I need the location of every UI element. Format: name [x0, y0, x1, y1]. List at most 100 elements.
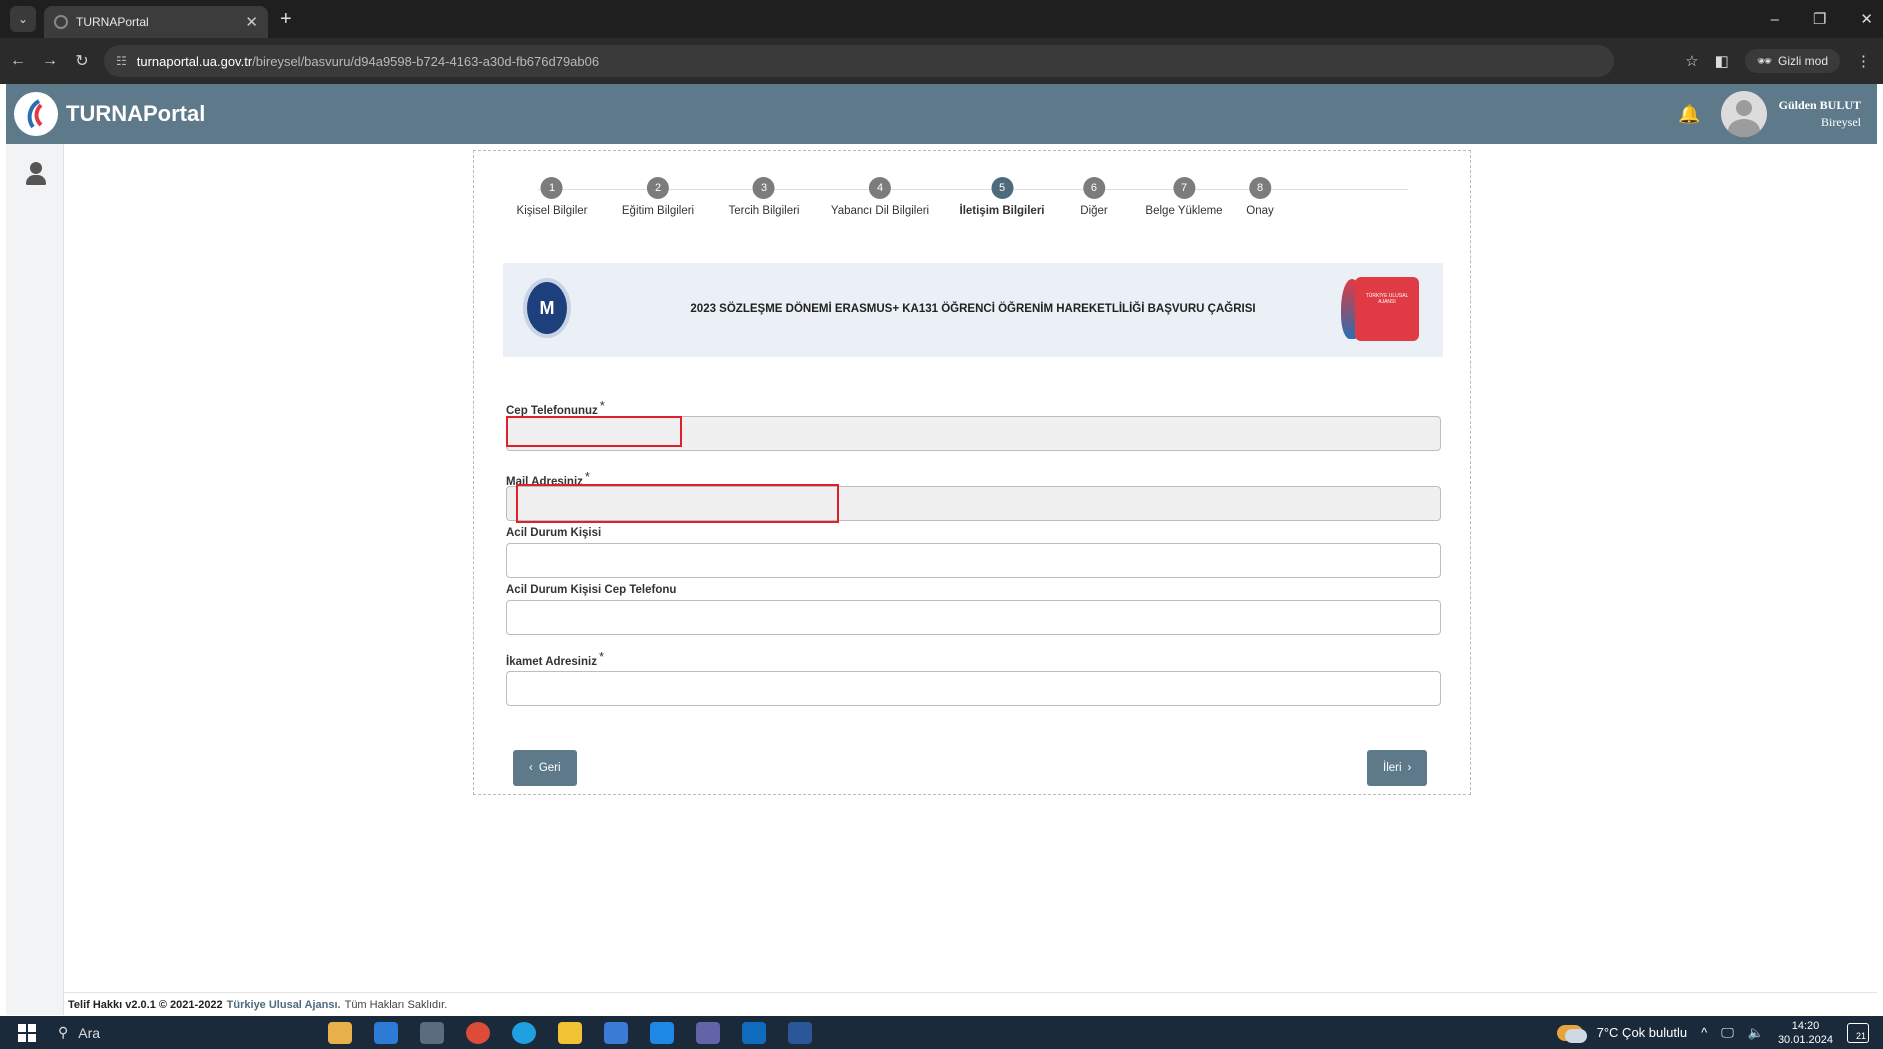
- incognito-icon: 🕶: [1756, 54, 1772, 68]
- outlook-app-icon[interactable]: [742, 1021, 766, 1044]
- side-panel-icon[interactable]: ◧: [1715, 52, 1729, 70]
- step-label: Tercih Bilgileri: [728, 205, 800, 217]
- toolbar-right: ☆ ◧ 🕶 Gizli mod ⋮: [1685, 38, 1871, 84]
- clock[interactable]: 14:20 30.01.2024: [1778, 1019, 1833, 1047]
- tab-search-button[interactable]: ⌄: [10, 6, 36, 32]
- footer-agency-link[interactable]: Türkiye Ulusal Ajansı.: [227, 999, 341, 1011]
- avatar[interactable]: [1720, 91, 1767, 137]
- chevron-left-icon: ‹: [529, 762, 533, 774]
- ua-logo-text: TÜRKİYE ULUSAL AJANSI: [1355, 277, 1419, 341]
- back-arrow-icon[interactable]: ←: [4, 52, 32, 70]
- step-label: Eğitim Bilgileri: [621, 205, 695, 217]
- tab-title: TURNAPortal: [76, 15, 149, 29]
- copilot-app-icon[interactable]: [374, 1021, 398, 1044]
- step-7[interactable]: 7 Belge Yükleme: [1145, 177, 1223, 217]
- tab-favicon-icon: [54, 15, 68, 29]
- windows-taskbar: ⚲ Ara 7°C Çok bulutlu ^ 🖵 🔈 14:20 30.01.…: [0, 1016, 1883, 1049]
- step-label: İletişim Bilgileri: [959, 205, 1045, 217]
- step-2[interactable]: 2 Eğitim Bilgileri: [622, 177, 694, 217]
- browser-menu-icon[interactable]: ⋮: [1856, 52, 1871, 70]
- user-role: Bireysel: [1821, 115, 1861, 129]
- weather-text[interactable]: 7°C Çok bulutlu: [1597, 1025, 1687, 1040]
- forward-arrow-icon[interactable]: →: [36, 52, 64, 70]
- windows-start-icon[interactable]: [18, 1023, 36, 1042]
- next-button[interactable]: İleri ›: [1367, 750, 1428, 786]
- wizard-stepper: 1 Kişisel Bilgiler 2 Eğitim Bilgileri 3 Ter…: [498, 177, 1448, 217]
- emergency-phone-label: Acil Durum Kişisi Cep Telefonu: [506, 584, 677, 596]
- clock-date: 30.01.2024: [1777, 1033, 1833, 1046]
- bookmark-star-icon[interactable]: ☆: [1685, 52, 1698, 70]
- required-mark: *: [598, 649, 605, 664]
- redaction-box: [516, 484, 839, 523]
- sidebar: [6, 144, 64, 1015]
- footer-version: Telif Hakkı v2.0.1 © 2021-2022: [68, 998, 223, 1011]
- back-button[interactable]: ‹ Geri: [513, 750, 577, 786]
- step-6[interactable]: 6 Diğer: [1080, 177, 1108, 217]
- footer-rights: Tüm Hakları Saklıdır.: [344, 998, 448, 1011]
- step-1[interactable]: 1 Kişisel Bilgiler: [516, 177, 588, 217]
- address-bar[interactable]: ☷ turnaportal.ua.gov.tr/bireysel/basvuru…: [104, 45, 1614, 77]
- next-button-label: İleri: [1383, 762, 1402, 774]
- step-label: Onay: [1246, 205, 1274, 217]
- step-number: 4: [869, 177, 891, 199]
- step-label: Diğer: [1080, 205, 1108, 217]
- teams-app-icon[interactable]: [696, 1021, 720, 1044]
- site-info-icon[interactable]: ☷: [116, 54, 127, 68]
- edge-app-icon[interactable]: [512, 1021, 536, 1044]
- call-banner: M 2023 SÖZLEŞME DÖNEMİ ERASMUS+ KA131 ÖĞ…: [503, 263, 1443, 357]
- chrome-app-icon[interactable]: [466, 1021, 490, 1044]
- tray-chevron-up-icon[interactable]: ^: [1701, 1025, 1707, 1040]
- emergency-phone-input[interactable]: [506, 600, 1441, 635]
- network-icon[interactable]: 🖵: [1721, 1025, 1734, 1041]
- word-app-icon[interactable]: [788, 1021, 812, 1044]
- step-number: 6: [1082, 177, 1105, 199]
- new-tab-button[interactable]: +: [280, 8, 292, 31]
- step-4[interactable]: 4 Yabancı Dil Bilgileri: [831, 177, 929, 217]
- user-info[interactable]: Gülden BULUT Bireysel: [1779, 97, 1861, 131]
- bell-icon[interactable]: 🔔: [1678, 104, 1700, 125]
- browser-tab[interactable]: TURNAPortal ✕: [44, 6, 268, 38]
- emergency-contact-input[interactable]: [506, 543, 1441, 578]
- reload-icon[interactable]: ↻: [68, 51, 96, 71]
- step-number: 1: [541, 177, 563, 199]
- window-controls: – ❐ ✕: [1771, 0, 1873, 38]
- user-profile-icon[interactable]: [26, 162, 46, 186]
- clock-time: 14:20: [1791, 1019, 1820, 1032]
- url-host: turnaportal.ua.gov.tr: [136, 53, 253, 69]
- incognito-label: Gizli mod: [1777, 54, 1828, 68]
- widgets-app-icon[interactable]: [328, 1021, 352, 1044]
- address-label-text: İkamet Adresiniz: [506, 656, 597, 668]
- task-view-icon[interactable]: [420, 1021, 444, 1044]
- header-user-area: 🔔 Gülden BULUT Bireysel: [1678, 84, 1861, 144]
- restore-button[interactable]: ❐: [1813, 10, 1826, 28]
- minimize-button[interactable]: –: [1771, 11, 1779, 28]
- turna-logo-icon[interactable]: [14, 92, 58, 136]
- app-name[interactable]: TURNAPortal: [66, 101, 205, 127]
- step-number: 2: [647, 177, 669, 199]
- store-app-icon[interactable]: [604, 1021, 628, 1044]
- back-button-label: Geri: [538, 762, 561, 774]
- ulusal-ajans-logo-icon: TÜRKİYE ULUSAL AJANSI: [1341, 277, 1419, 341]
- taskbar-search[interactable]: ⚲ Ara: [58, 1024, 238, 1041]
- file-explorer-icon[interactable]: [558, 1021, 582, 1044]
- incognito-badge[interactable]: 🕶 Gizli mod: [1744, 49, 1840, 73]
- taskbar-search-label: Ara: [78, 1024, 101, 1041]
- emergency-contact-label: Acil Durum Kişisi: [506, 527, 602, 539]
- step-number: 8: [1249, 177, 1271, 199]
- step-5[interactable]: 5 İletişim Bilgileri: [960, 177, 1045, 217]
- close-window-button[interactable]: ✕: [1860, 10, 1873, 28]
- step-label: Kişisel Bilgiler: [516, 205, 588, 217]
- page-footer: Telif Hakkı v2.0.1 © 2021-2022 Türkiye U…: [64, 992, 1877, 1016]
- taskbar-apps: [328, 1021, 812, 1044]
- weather-cloud-icon[interactable]: [1556, 1024, 1587, 1043]
- mail-app-icon[interactable]: [650, 1021, 674, 1044]
- step-number: 3: [753, 177, 775, 199]
- chevron-right-icon: ›: [1407, 762, 1412, 774]
- volume-icon[interactable]: 🔈: [1748, 1025, 1764, 1041]
- step-8[interactable]: 8 Onay: [1246, 177, 1274, 217]
- address-input[interactable]: [506, 671, 1441, 706]
- step-3[interactable]: 3 Tercih Bilgileri: [728, 177, 800, 217]
- tab-close-icon[interactable]: ✕: [245, 13, 258, 31]
- app-header: TURNAPortal 🔔 Gülden BULUT Bireysel: [6, 84, 1877, 144]
- notification-center-icon[interactable]: 21: [1847, 1022, 1869, 1043]
